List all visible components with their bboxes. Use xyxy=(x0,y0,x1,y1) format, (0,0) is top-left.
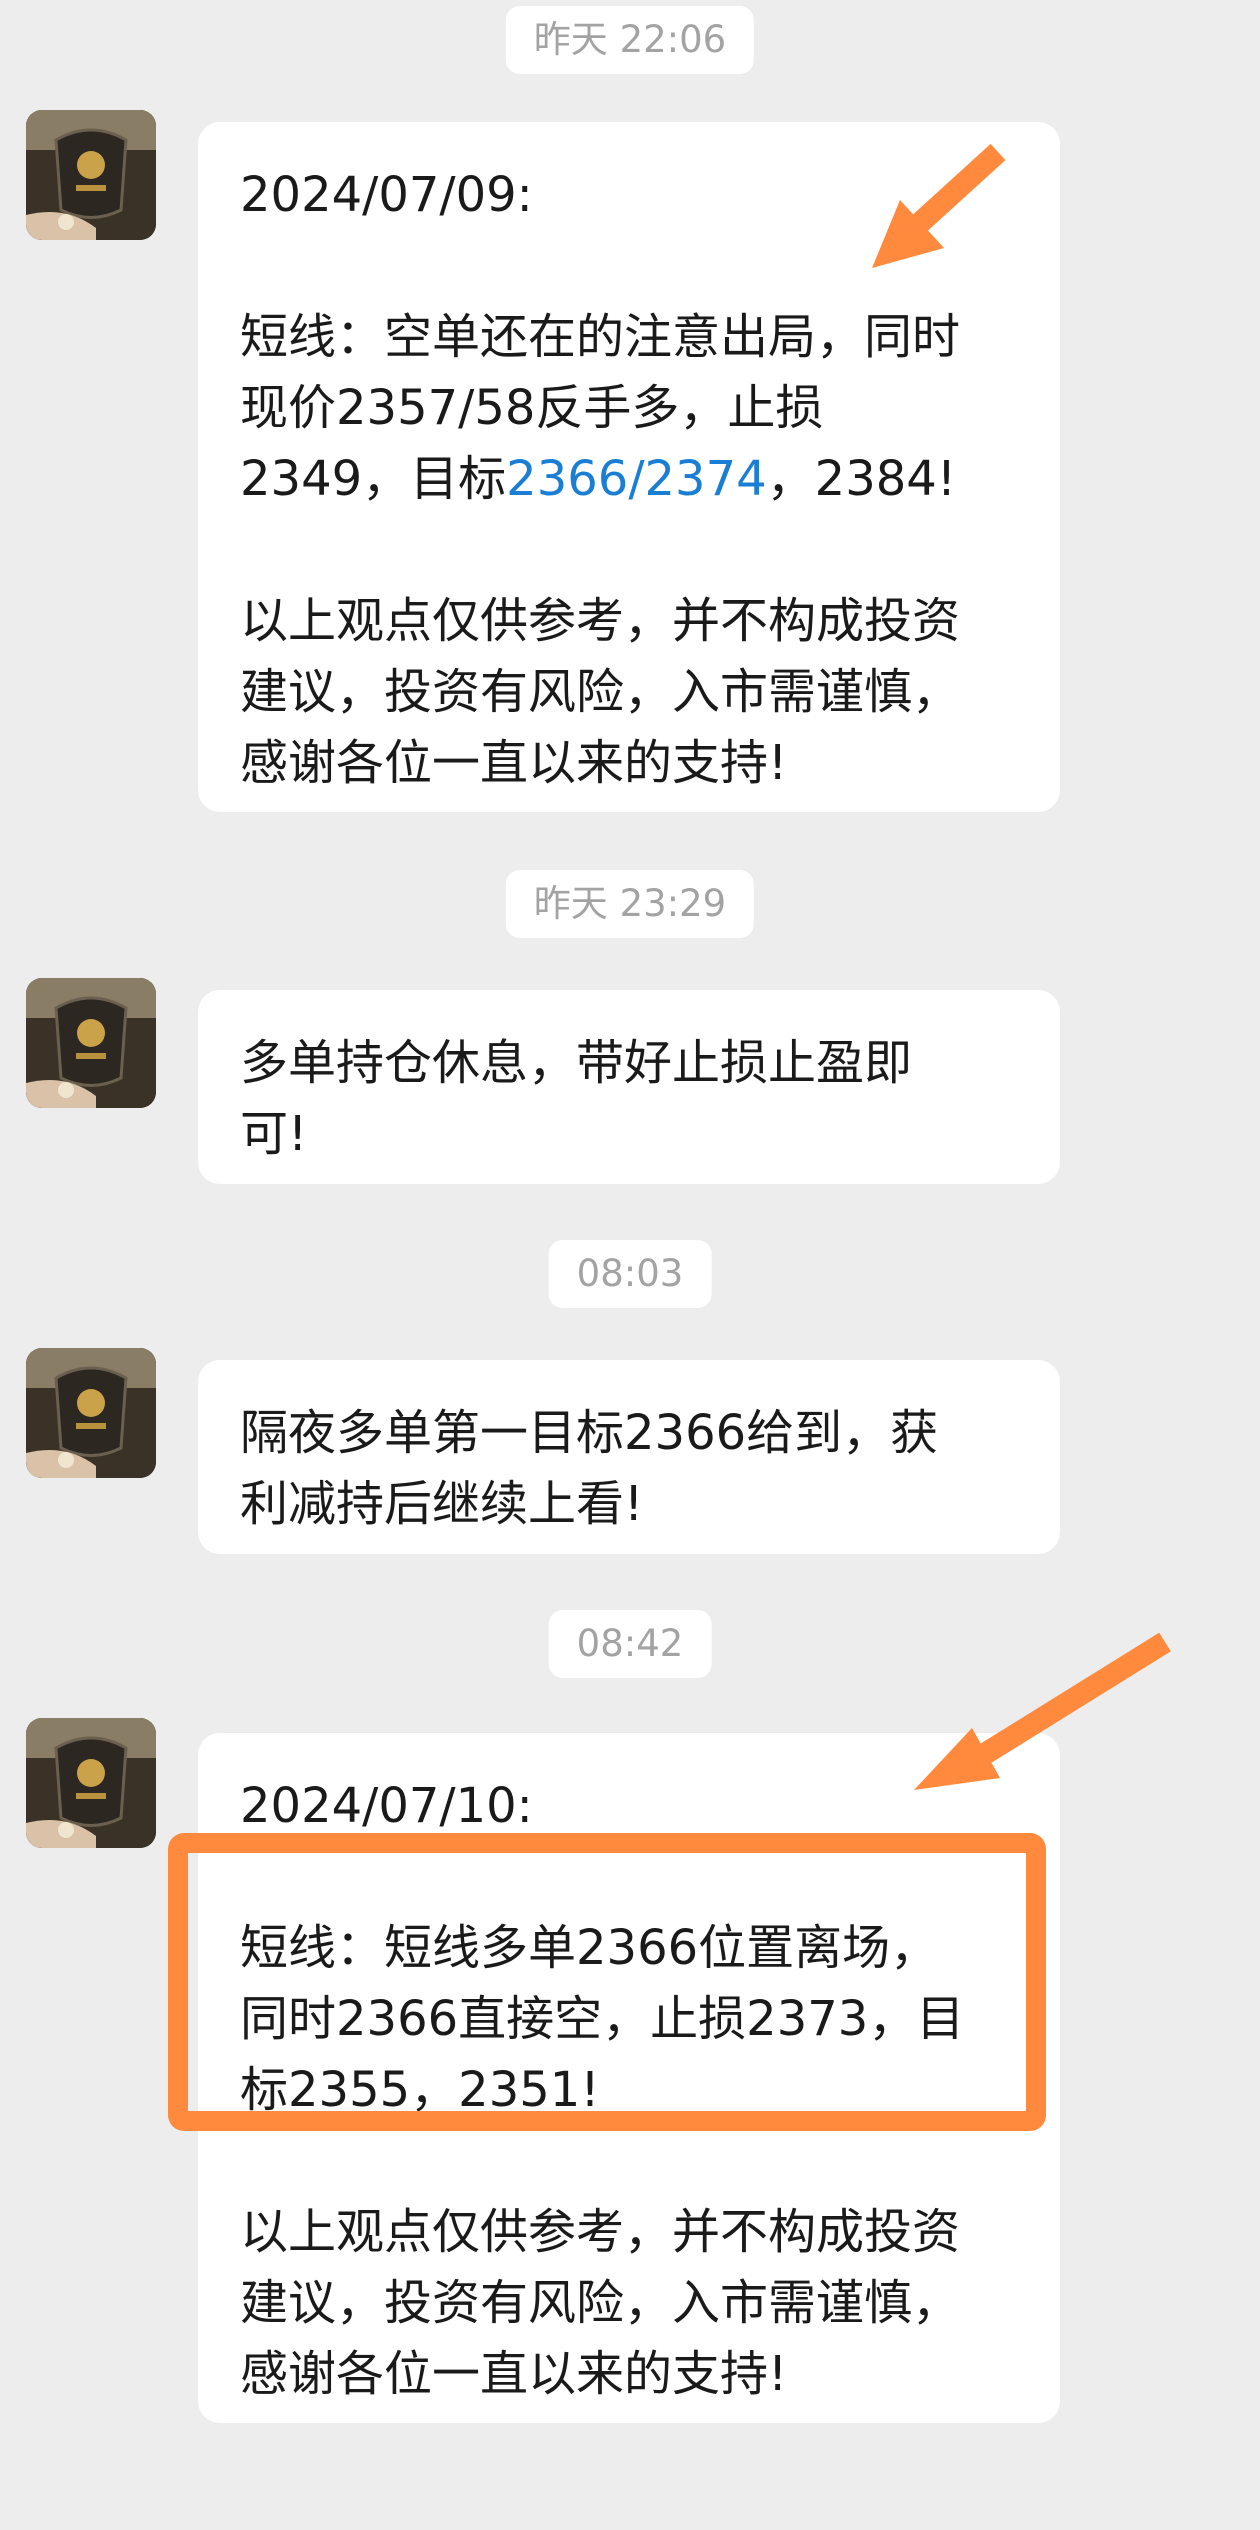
message-bubble[interactable]: 2024/07/10: 短线：短线多单2366位置离场， 同时2366直接空，止… xyxy=(198,1733,1060,2423)
bracelet-photo-avatar-icon[interactable] xyxy=(26,978,156,1108)
price-link[interactable]: 2366/2374 xyxy=(506,451,766,507)
timestamp: 08:42 xyxy=(548,1610,712,1678)
message-text: ，2384! xyxy=(766,451,957,507)
disclaimer-line: 感谢各位一直以来的支持! xyxy=(240,735,788,791)
timestamp: 08:03 xyxy=(548,1240,712,1308)
message-bubble[interactable]: 隔夜多单第一目标2366给到，获 利减持后继续上看! xyxy=(198,1360,1060,1554)
message-text-line: 隔夜多单第一目标2366给到，获 xyxy=(240,1405,939,1461)
disclaimer-line: 建议，投资有风险，入市需谨慎， xyxy=(240,2275,961,2331)
message-text-line: 利减持后继续上看! xyxy=(240,1476,644,1532)
disclaimer-line: 以上观点仅供参考，并不构成投资 xyxy=(240,2204,961,2260)
message-date: 2024/07/09: xyxy=(240,167,533,223)
message-bubble[interactable]: 多单持仓休息，带好止损止盈即 可! xyxy=(198,990,1060,1184)
message-text-line: 标2355，2351! xyxy=(240,2062,600,2118)
timestamp: 昨天 23:29 xyxy=(505,870,755,938)
bracelet-photo-avatar-icon[interactable] xyxy=(26,1348,156,1478)
message-text-line: 2349，目标2366/2374，2384! xyxy=(240,444,1024,515)
message-date: 2024/07/10: xyxy=(240,1778,533,1834)
disclaimer-line: 感谢各位一直以来的支持! xyxy=(240,2346,788,2402)
disclaimer-line: 以上观点仅供参考，并不构成投资 xyxy=(240,593,961,649)
message-text-line: 同时2366直接空，止损2373，目 xyxy=(240,1991,965,2047)
disclaimer-line: 建议，投资有风险，入市需谨慎， xyxy=(240,664,961,720)
bracelet-photo-avatar-icon[interactable] xyxy=(26,1718,156,1848)
message-bubble[interactable]: 2024/07/09: 短线：空单还在的注意出局，同时 现价2357/58反手多… xyxy=(198,122,1060,812)
message-text-line: 短线：短线多单2366位置离场， xyxy=(240,1920,939,1976)
message-text: 2349，目标 xyxy=(240,451,507,507)
bracelet-photo-avatar-icon[interactable] xyxy=(26,110,156,240)
message-text-line: 可! xyxy=(240,1106,308,1162)
message-text-line: 多单持仓休息，带好止损止盈即 xyxy=(240,1035,913,1091)
timestamp: 昨天 22:06 xyxy=(505,6,755,74)
message-text-line: 短线：空单还在的注意出局，同时 xyxy=(240,309,961,365)
message-text-line: 现价2357/58反手多，止损 xyxy=(240,380,824,436)
